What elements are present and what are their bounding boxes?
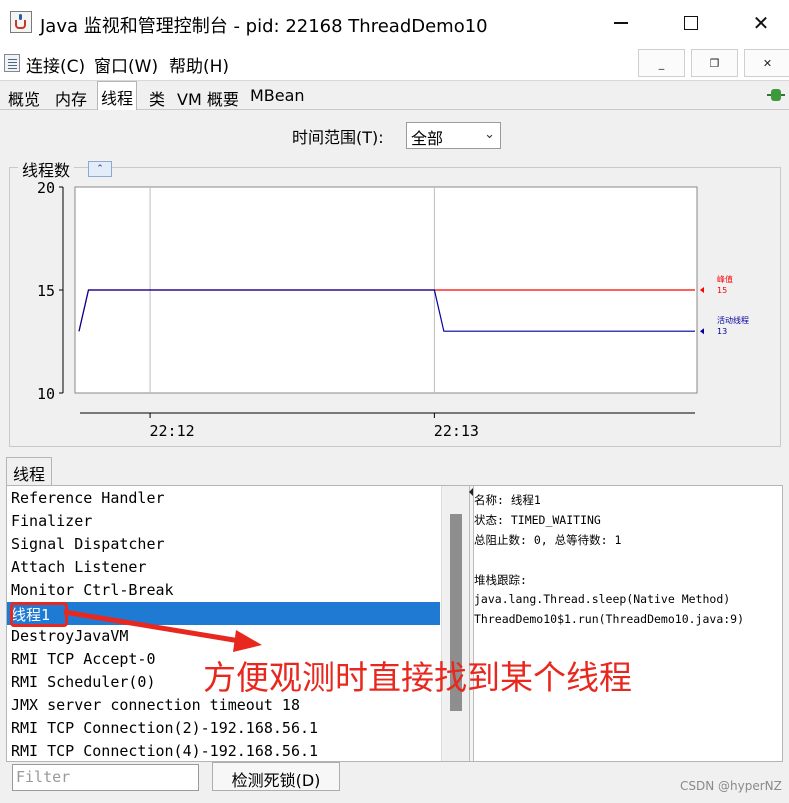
inner-restore-button[interactable]: ❐ — [691, 49, 738, 77]
legend-series-value: 13 — [717, 327, 727, 336]
menu-window[interactable]: 窗口(W) — [94, 52, 158, 77]
time-range-select[interactable]: 全部 ⌄ — [406, 122, 501, 149]
annotation-text: 方便观测时直接找到某个线程 — [203, 658, 632, 697]
chart-title: 线程数 — [18, 157, 75, 181]
threads-panel: Reference Handler Finalizer Signal Dispatc… — [6, 485, 783, 762]
tab-vm-summary[interactable]: VM 概要 — [174, 83, 242, 110]
thread-list[interactable]: Reference Handler Finalizer Signal Dispatc… — [7, 486, 440, 761]
menu-help[interactable]: 帮助(H) — [169, 52, 229, 77]
thread-list-item[interactable]: 线程1 — [7, 602, 440, 625]
tab-bar: 概览 内存 线程 类 VM 概要 MBean — [0, 80, 789, 111]
y-tick-label: 15 — [37, 282, 55, 300]
close-icon: ✕ — [752, 11, 770, 35]
tab-memory[interactable]: 内存 — [52, 83, 90, 110]
thread-list-item[interactable]: Finalizer — [7, 510, 440, 533]
chevron-up-icon: ⌃ — [96, 164, 104, 174]
inner-close-button[interactable]: ✕ — [744, 49, 789, 77]
thread-list-item[interactable]: Monitor Ctrl-Break — [7, 579, 440, 602]
x-tick-label: 22:13 — [434, 422, 479, 440]
minimize-button[interactable] — [598, 8, 644, 38]
menu-connect[interactable]: 连接(C) — [26, 52, 85, 77]
inner-minimize-button[interactable]: _ — [638, 49, 685, 77]
collapse-chart-button[interactable]: ⌃ — [88, 161, 112, 177]
document-icon — [4, 54, 20, 72]
time-range-value: 全部 — [411, 129, 444, 148]
menu-bar: 连接(C) 窗口(W) 帮助(H) _ ❐ ✕ — [0, 46, 789, 80]
selection-highlight-box — [10, 602, 68, 627]
watermark: CSDN @hyperNZ — [680, 779, 782, 793]
thread-counts-line: 总阻止数: 0, 总等待数: 1 — [474, 533, 622, 547]
chart-svg: 10 15 20 22:12 22:13 峰值 15 活动线程 13 — [37, 179, 749, 440]
title-bar: Java 监视和管理控制台 - pid: 22168 ThreadDemo10 … — [0, 0, 789, 46]
tab-mbean[interactable]: MBean — [247, 83, 308, 110]
y-tick-label: 20 — [37, 179, 55, 197]
thread-list-scrollbar[interactable] — [441, 486, 469, 761]
thread-list-item[interactable]: Reference Handler — [7, 487, 440, 510]
legend-marker — [700, 328, 704, 335]
thread-list-item[interactable]: RMI TCP Connection(4)-192.168.56.1 — [7, 740, 440, 761]
filter-input[interactable]: Filter — [12, 764, 199, 791]
time-range-label: 时间范围(T): — [292, 128, 384, 147]
tab-threads[interactable]: 线程 — [97, 81, 138, 111]
detect-deadlock-button[interactable]: 检测死锁(D) — [212, 762, 340, 791]
thread-detail-pane: 名称: 线程1 状态: TIMED_WAITING 总阻止数: 0, 总等待数:… — [474, 486, 782, 761]
java-cup-icon — [10, 11, 32, 33]
thread-list-item[interactable]: Attach Listener — [7, 556, 440, 579]
tab-classes[interactable]: 类 — [146, 83, 168, 110]
stack-frame: java.lang.Thread.sleep(Native Method) — [474, 592, 731, 606]
legend-marker — [700, 287, 704, 293]
legend-series-name: 活动线程 — [717, 315, 749, 325]
x-tick-label: 22:12 — [149, 422, 194, 440]
thread-state-line: 状态: TIMED_WAITING — [474, 513, 601, 527]
chevron-down-icon: ⌄ — [484, 127, 495, 142]
close-button[interactable]: ✕ — [738, 8, 784, 38]
restore-icon: ❐ — [709, 56, 720, 70]
stack-trace-label: 堆栈跟踪: — [474, 573, 527, 587]
legend-series-value: 15 — [717, 286, 727, 295]
thread-list-item[interactable]: Signal Dispatcher — [7, 533, 440, 556]
main-panel: 时间范围(T): 全部 ⌄ 10 15 20 22:12 22:13 峰值 15 活动线程 13… — [0, 110, 789, 803]
thread-count-chart: 10 15 20 22:12 22:13 峰值 15 活动线程 13 线程数 ⌃ — [9, 157, 781, 447]
connection-icon — [767, 89, 785, 101]
minimize-icon — [614, 22, 628, 24]
thread-name-line: 名称: 线程1 — [474, 493, 541, 507]
minimize-icon: _ — [658, 56, 665, 70]
stack-frame: ThreadDemo10$1.run(ThreadDemo10.java:9) — [474, 612, 745, 626]
thread-list-item[interactable]: RMI TCP Connection(2)-192.168.56.1 — [7, 717, 440, 740]
close-icon: ✕ — [762, 56, 773, 70]
tab-overview[interactable]: 概览 — [5, 83, 43, 110]
thread-list-item[interactable]: DestroyJavaVM — [7, 625, 440, 648]
y-tick-label: 10 — [37, 385, 55, 403]
maximize-button[interactable] — [668, 8, 714, 38]
maximize-icon — [684, 16, 698, 30]
legend-series-name: 峰值 — [717, 274, 733, 284]
collapse-left-icon[interactable] — [469, 488, 473, 496]
window-title: Java 监视和管理控制台 - pid: 22168 ThreadDemo10 — [40, 16, 488, 37]
threads-list-tab[interactable]: 线程 — [6, 457, 52, 485]
